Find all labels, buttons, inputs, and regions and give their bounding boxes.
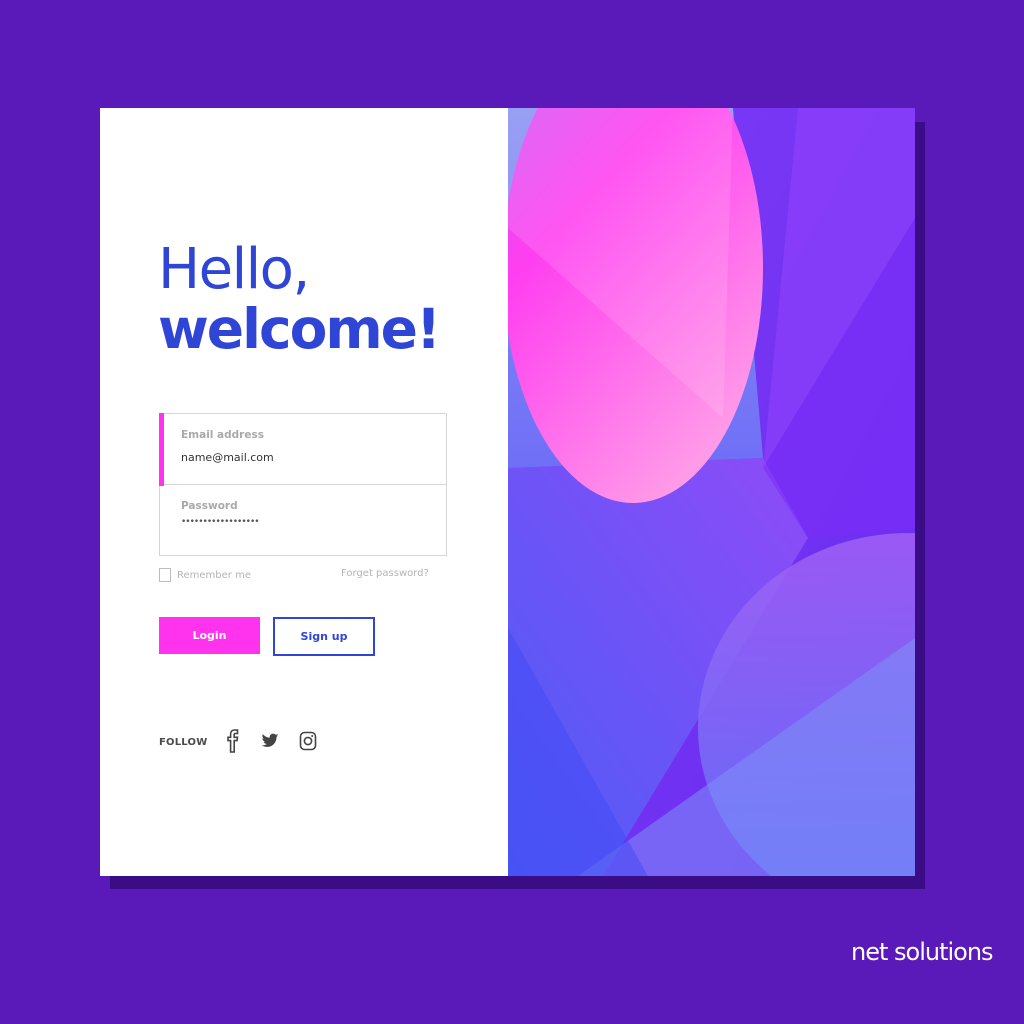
- greeting-line1: Hello,: [158, 237, 310, 302]
- email-input[interactable]: name@mail.com: [181, 451, 274, 464]
- login-panel: Hello, welcome! Email address name@mail.…: [100, 108, 508, 876]
- login-card: Hello, welcome! Email address name@mail.…: [100, 108, 915, 876]
- remember-checkbox[interactable]: [159, 568, 171, 582]
- active-field-indicator: [159, 413, 164, 486]
- instagram-icon[interactable]: [296, 729, 320, 753]
- login-button[interactable]: Login: [159, 617, 260, 654]
- password-input[interactable]: ••••••••••••••••••: [181, 517, 260, 527]
- signup-button[interactable]: Sign up: [273, 617, 375, 656]
- brand-logo: net solutions: [851, 938, 994, 966]
- login-form: Email address name@mail.com Password •••…: [159, 413, 447, 556]
- decorative-artwork: [508, 108, 915, 876]
- remember-label: Remember me: [177, 569, 251, 581]
- facebook-icon[interactable]: [221, 729, 245, 753]
- follow-label: FOLLOW: [159, 737, 208, 748]
- email-label: Email address: [181, 429, 264, 441]
- password-field[interactable]: Password ••••••••••••••••••: [160, 485, 446, 556]
- greeting-line2: welcome!: [158, 297, 441, 361]
- remember-me[interactable]: Remember me: [159, 568, 251, 582]
- password-label: Password: [181, 500, 238, 512]
- email-field[interactable]: Email address name@mail.com: [159, 413, 446, 486]
- twitter-icon[interactable]: [258, 729, 282, 753]
- forgot-password-link[interactable]: Forget password?: [341, 568, 429, 579]
